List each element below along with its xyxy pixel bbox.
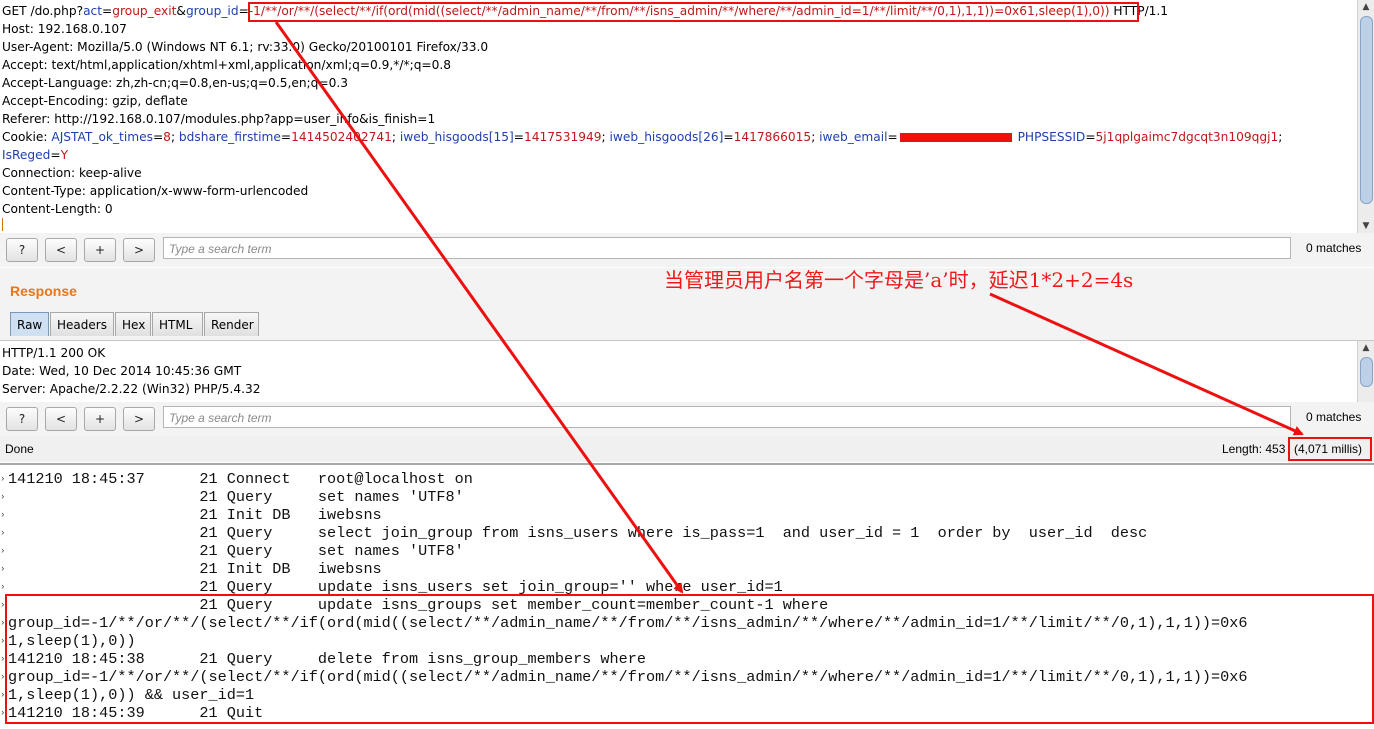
annotation-arrows bbox=[274, 21, 1304, 594]
arrow-annotation-to-time bbox=[989, 292, 1304, 436]
arrow-payload-to-log bbox=[274, 21, 684, 594]
